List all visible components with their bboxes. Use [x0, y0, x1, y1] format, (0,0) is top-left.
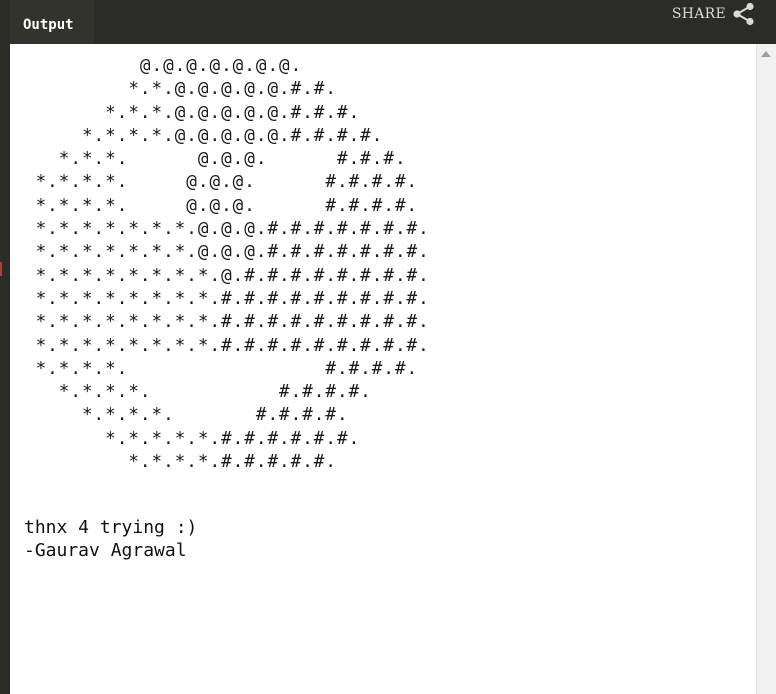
pattern-line: *.*.*.*.#.#.#.#.#.	[24, 452, 337, 473]
pattern-line: *.*.*.*.*.#.#.#.#.#.#.	[24, 428, 361, 449]
pattern-line: *.*.*. @.@.@. #.#.#.	[24, 149, 407, 170]
scroll-up-arrow-icon[interactable]	[761, 51, 771, 57]
pattern-line: *.*.@.@.@.@.@.#.#.	[24, 79, 337, 100]
share-icon	[733, 2, 754, 26]
pattern-line: *.*.*.*.*.*.*.@.@.@.#.#.#.#.#.#.#.	[24, 242, 430, 263]
editor-edge-marker	[0, 262, 2, 276]
pattern-line: *.*.*.*.*.*.*.*.@.#.#.#.#.#.#.#.#.	[24, 265, 430, 286]
pattern-line: *.*.*.@.@.@.@.@.#.#.#.	[24, 102, 361, 123]
tab-output[interactable]: Output	[10, 0, 94, 44]
pattern-line: *.*.*.*. #.#.#.#.	[24, 358, 419, 379]
share-button[interactable]: SHARE	[672, 2, 756, 26]
pattern-line: *.*.*.*. @.@.@. #.#.#.#.	[24, 195, 419, 216]
pattern-line: @.@.@.@.@.@.@.	[24, 56, 303, 76]
credits-text: thnx 4 trying :) -Gaurav Agrawal	[24, 516, 197, 562]
pattern-line: *.*.*.*.*.*.*.@.@.@.#.#.#.#.#.#.#.	[24, 219, 430, 240]
share-label: SHARE	[671, 6, 726, 22]
pattern-output: @.@.@.@.@.@.@. *.*.@.@.@.@.@.#.#. *.*.*.…	[24, 55, 430, 474]
pattern-line: *.*.*.*.*.*.*.*.#.#.#.#.#.#.#.#.#.	[24, 335, 430, 356]
pattern-line: *.*.*.*. #.#.#.#.	[24, 405, 349, 426]
output-panel: @.@.@.@.@.@.@. *.*.@.@.@.@.@.#.#. *.*.*.…	[10, 44, 756, 694]
pattern-line: *.*.*.*.*.*.*.*.#.#.#.#.#.#.#.#.#.	[24, 312, 430, 333]
author-signature: -Gaurav Agrawal	[24, 540, 187, 561]
pattern-line: *.*.*.*.@.@.@.@.@.#.#.#.#.	[24, 125, 384, 146]
pattern-line: *.*.*.*.*.*.*.*.#.#.#.#.#.#.#.#.#.	[24, 288, 430, 309]
thanks-message: thnx 4 trying :)	[24, 517, 198, 538]
pattern-line: *.*.*.*. @.@.@. #.#.#.#.	[24, 172, 419, 193]
editor-edge	[0, 44, 10, 694]
top-bar: Output SHARE	[0, 0, 776, 44]
pattern-line: *.*.*.*. #.#.#.#.	[24, 382, 372, 403]
vertical-scrollbar[interactable]	[756, 44, 776, 694]
